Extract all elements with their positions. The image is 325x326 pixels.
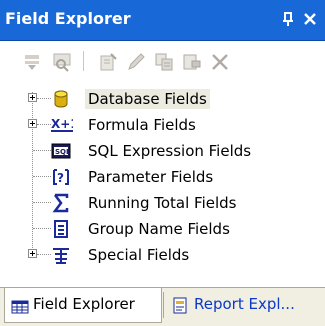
tree-connector <box>33 150 51 151</box>
expand-icon[interactable] <box>28 119 37 128</box>
window-title: Field Explorer <box>5 9 131 28</box>
browse-icon[interactable] <box>52 52 72 76</box>
tab-report-explorer[interactable]: Report Expl... <box>166 288 316 322</box>
database-cylinder-icon <box>51 89 71 109</box>
delete-icon[interactable] <box>210 52 230 76</box>
tree-connector <box>37 98 51 99</box>
table-grid-icon <box>11 295 29 325</box>
formula-x-plus-1-icon: X+1 <box>51 115 79 135</box>
tree-connector <box>33 228 51 229</box>
new-icon[interactable] <box>98 52 118 76</box>
tree-item-group-name-fields[interactable]: Group Name Fields <box>0 216 325 242</box>
tree-connector <box>37 124 51 125</box>
parameter-question-icon: ? <box>51 167 71 187</box>
tree-item-label: SQL Expression Fields <box>88 142 252 160</box>
sigma-icon <box>51 193 71 213</box>
tree-item-label: Parameter Fields <box>88 168 214 186</box>
tree-connector <box>37 254 51 255</box>
field-explorer-window: Field Explorer Database Fields X+ Formul… <box>0 0 325 326</box>
group-name-icon <box>51 219 71 239</box>
tree-item-database-fields[interactable]: Database Fields <box>0 86 325 112</box>
tree-item-label: Special Fields <box>88 246 190 264</box>
tab-label: Report Expl... <box>194 295 295 313</box>
title-bar: Field Explorer <box>0 0 325 41</box>
expand-icon[interactable] <box>28 249 37 258</box>
tree-item-formula-fields[interactable]: X+1 Formula Fields <box>0 112 325 138</box>
tree-item-parameter-fields[interactable]: ? Parameter Fields <box>0 164 325 190</box>
special-fields-icon <box>51 245 71 265</box>
insert-to-report-icon[interactable] <box>22 52 42 76</box>
expand-icon[interactable] <box>28 93 37 102</box>
svg-text:SQL: SQL <box>55 148 71 156</box>
tree-item-special-fields[interactable]: Special Fields <box>0 242 325 268</box>
toolbar <box>0 41 325 79</box>
svg-text:X+1: X+1 <box>51 117 73 131</box>
pin-icon[interactable] <box>279 9 299 29</box>
duplicate-icon[interactable] <box>154 52 174 76</box>
edit-icon[interactable] <box>126 52 146 76</box>
tree-item-label: Group Name Fields <box>88 220 230 238</box>
report-explorer-icon <box>172 295 190 325</box>
tree-item-running-total-fields[interactable]: Running Total Fields <box>0 190 325 216</box>
tab-label: Field Explorer <box>33 295 135 313</box>
tree-item-label: Running Total Fields <box>88 194 237 212</box>
tab-field-explorer[interactable]: Field Explorer <box>4 288 162 323</box>
tree-item-sql-expression-fields[interactable]: SQL SQL Expression Fields <box>0 138 325 164</box>
tree-connector <box>33 176 51 177</box>
toolbar-separator <box>83 51 84 71</box>
tree-connector <box>33 202 51 203</box>
panel-tab-strip: Field Explorer Report Expl... <box>0 287 325 326</box>
close-icon[interactable] <box>300 9 320 29</box>
tab-separator <box>163 292 164 318</box>
tree-item-label: Database Fields <box>85 89 210 109</box>
rename-icon[interactable] <box>182 52 202 76</box>
sql-icon: SQL <box>51 141 71 161</box>
tree-item-label: Formula Fields <box>88 116 196 134</box>
svg-text:?: ? <box>57 171 64 185</box>
